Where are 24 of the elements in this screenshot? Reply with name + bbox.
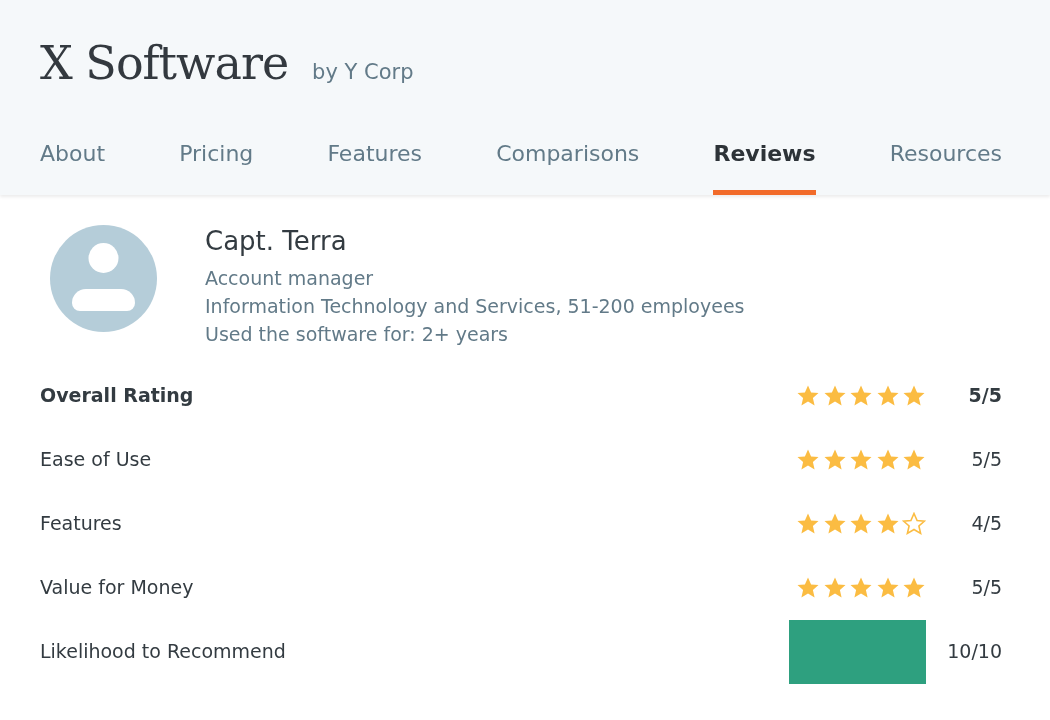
rating-score: 4/5 xyxy=(970,511,1002,537)
nav-tab[interactable]: Features xyxy=(327,137,423,195)
reviewer-role: Account manager xyxy=(205,265,375,291)
nav-tab[interactable]: Reviews xyxy=(713,137,816,195)
nav-tab[interactable]: Resources xyxy=(889,137,1002,195)
reviewer-name: Capt. Terra xyxy=(205,227,348,256)
usage-duration: Used the software for: 2+ years xyxy=(205,321,510,347)
product-title: X Software xyxy=(40,40,289,86)
rating-label: Overall Rating xyxy=(40,383,195,409)
nav-tab[interactable]: Pricing xyxy=(179,137,254,195)
rating-score: 10/10 xyxy=(946,639,1002,665)
rating-score: 5/5 xyxy=(970,447,1002,473)
vendor-name: by Y Corp xyxy=(312,59,414,86)
rating-label: Value for Money xyxy=(40,575,195,601)
rating-label: Features xyxy=(40,511,123,537)
avatar-icon xyxy=(50,225,157,332)
rating-score: 5/5 xyxy=(967,383,1002,409)
star-icon xyxy=(902,511,926,536)
rating-score: 5/5 xyxy=(970,575,1002,601)
rating-label: Likelihood to Recommend xyxy=(40,639,287,665)
reviewer-company: Information Technology and Services, 51-200 employees xyxy=(205,293,745,319)
rating-label: Ease of Use xyxy=(40,447,153,473)
nav-tab[interactable]: Comparisons xyxy=(496,137,640,195)
nav-tab[interactable]: About xyxy=(40,137,106,195)
